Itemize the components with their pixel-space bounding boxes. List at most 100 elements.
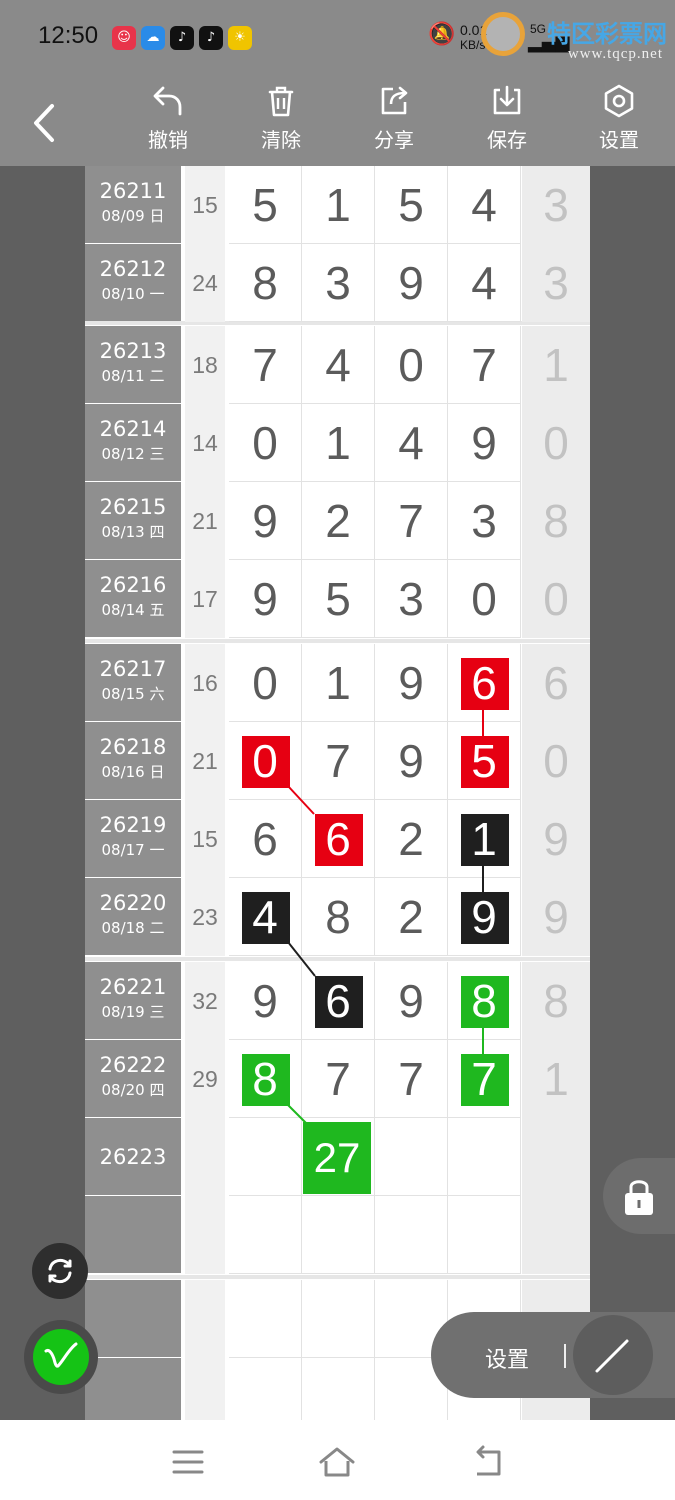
last-digit-cell: 1	[522, 1040, 590, 1118]
digit-cell[interactable]	[448, 1118, 521, 1196]
last-digit-cell	[522, 1118, 590, 1196]
digit-cell[interactable]: 6	[229, 800, 302, 878]
digit-cell[interactable]	[375, 1196, 448, 1274]
digit-cell[interactable]: 8	[302, 878, 375, 956]
digit-value: 9	[471, 891, 497, 943]
digit-cell[interactable]	[229, 1280, 302, 1358]
last-digit-cell: 3	[522, 166, 590, 244]
digit-cell[interactable]: 9	[229, 962, 302, 1040]
digit-value: 7	[252, 339, 278, 391]
digit-cell[interactable]: 4	[448, 244, 521, 322]
refresh-button[interactable]	[32, 1243, 88, 1299]
line-tool-button[interactable]	[573, 1315, 653, 1395]
digit-cell[interactable]: 0	[229, 404, 302, 482]
digit-cell[interactable]: 3	[448, 482, 521, 560]
system-back-button[interactable]	[467, 1444, 507, 1480]
digit-cell[interactable]: 0	[375, 326, 448, 404]
digit-cell[interactable]: 9	[375, 644, 448, 722]
digit-cell[interactable]	[375, 1118, 448, 1196]
digit-cell[interactable]: 7	[375, 1040, 448, 1118]
digit-value: 0	[398, 339, 424, 391]
digit-value: 2	[398, 891, 424, 943]
digit-value: 1	[325, 417, 351, 469]
digit-cell[interactable]: 7	[302, 1040, 375, 1118]
digit-cell[interactable]: 9	[375, 244, 448, 322]
issue-cell	[85, 1280, 181, 1357]
marked-digit-cell-black[interactable]: 4	[229, 878, 302, 956]
digit-cell[interactable]	[448, 1196, 521, 1274]
digit-cell[interactable]: 5	[375, 166, 448, 244]
home-button[interactable]	[317, 1444, 357, 1480]
undo-button[interactable]: 撤销	[133, 84, 203, 164]
digit-cell[interactable]	[302, 1196, 375, 1274]
share-button[interactable]: 分享	[359, 84, 429, 164]
digit-value: 5	[325, 573, 351, 625]
digit-cell[interactable]: 7	[229, 326, 302, 404]
recent-apps-button[interactable]	[168, 1444, 208, 1480]
digit-cell[interactable]: 9	[229, 482, 302, 560]
digit-cell[interactable]: 5	[302, 560, 375, 638]
issue-number: 26217	[99, 657, 167, 681]
digit-cell[interactable]: 5	[229, 166, 302, 244]
settings-button[interactable]: 设置	[584, 84, 654, 164]
marked-digit-cell-red[interactable]: 5	[448, 722, 521, 800]
digit-cell[interactable]: 4	[448, 166, 521, 244]
table-row: 26218 08/16 日 21 0 7 9 5 0	[85, 722, 590, 800]
marked-digit-cell-black[interactable]: 6	[302, 962, 375, 1040]
prediction-box: 27	[303, 1122, 371, 1194]
menu-icon	[172, 1450, 204, 1474]
digit-cell[interactable]: 1	[302, 166, 375, 244]
marked-digit-cell-black[interactable]: 9	[448, 878, 521, 956]
digit-cell[interactable]	[302, 1358, 375, 1420]
marked-digit-cell-red[interactable]: 6	[302, 800, 375, 878]
sum-cell: 15	[185, 800, 225, 878]
digit-cell[interactable]: 3	[302, 244, 375, 322]
digit-cell[interactable]: 0	[229, 644, 302, 722]
digit-cell[interactable]: 2	[375, 800, 448, 878]
lock-button[interactable]	[603, 1158, 675, 1234]
digit-cell[interactable]: 9	[229, 560, 302, 638]
marked-digit-cell-red[interactable]: 0	[229, 722, 302, 800]
back-button[interactable]	[26, 98, 66, 148]
group-separator	[85, 1275, 590, 1279]
digit-cell[interactable]	[229, 1118, 302, 1196]
marked-digit-cell-black[interactable]: 1	[448, 800, 521, 878]
digit-value: 4	[252, 891, 278, 943]
digit-cell[interactable]: 7	[375, 482, 448, 560]
marked-digit-cell-green[interactable]: 8	[448, 962, 521, 1040]
digit-cell[interactable]: 9	[375, 962, 448, 1040]
digit-cell[interactable]: 1	[302, 404, 375, 482]
digit-cell[interactable]: 7	[302, 722, 375, 800]
digit-cell[interactable]: 4	[375, 404, 448, 482]
marked-digit-cell-green[interactable]: 7	[448, 1040, 521, 1118]
issue-number: 26220	[99, 891, 167, 915]
digit-cell[interactable]: 3	[375, 560, 448, 638]
digit-cell[interactable]: 0	[448, 560, 521, 638]
digit-value: 9	[252, 573, 278, 625]
digit-cell[interactable]	[229, 1358, 302, 1420]
pen-button[interactable]	[24, 1320, 98, 1394]
save-button[interactable]: 保存	[472, 84, 542, 164]
digit-cell[interactable]	[302, 1280, 375, 1358]
watermark-logo	[481, 12, 525, 56]
issue-cell: 26218 08/16 日	[85, 722, 181, 799]
digit-cell[interactable]: 8	[229, 244, 302, 322]
clear-button[interactable]: 清除	[246, 84, 316, 164]
digit-cell[interactable]: 4	[302, 326, 375, 404]
issue-number: 26219	[99, 813, 167, 837]
marked-digit-cell-green[interactable]: 8	[229, 1040, 302, 1118]
trash-icon	[268, 86, 294, 117]
digit-cell[interactable]: 7	[448, 326, 521, 404]
marked-digit-cell-red[interactable]: 6	[448, 644, 521, 722]
app-notification-icon: ☺	[112, 26, 136, 50]
digit-value: 4	[471, 179, 497, 231]
digit-cell[interactable]: 9	[375, 722, 448, 800]
draw-settings-button[interactable]: 设置	[485, 1342, 529, 1374]
digit-cell[interactable]: 9	[448, 404, 521, 482]
watermark-title: 特区彩票网	[547, 20, 667, 48]
digit-cell[interactable]: 1	[302, 644, 375, 722]
digit-cell[interactable]: 2	[375, 878, 448, 956]
share-label: 分享	[374, 128, 414, 152]
digit-cell[interactable]	[229, 1196, 302, 1274]
digit-cell[interactable]: 2	[302, 482, 375, 560]
